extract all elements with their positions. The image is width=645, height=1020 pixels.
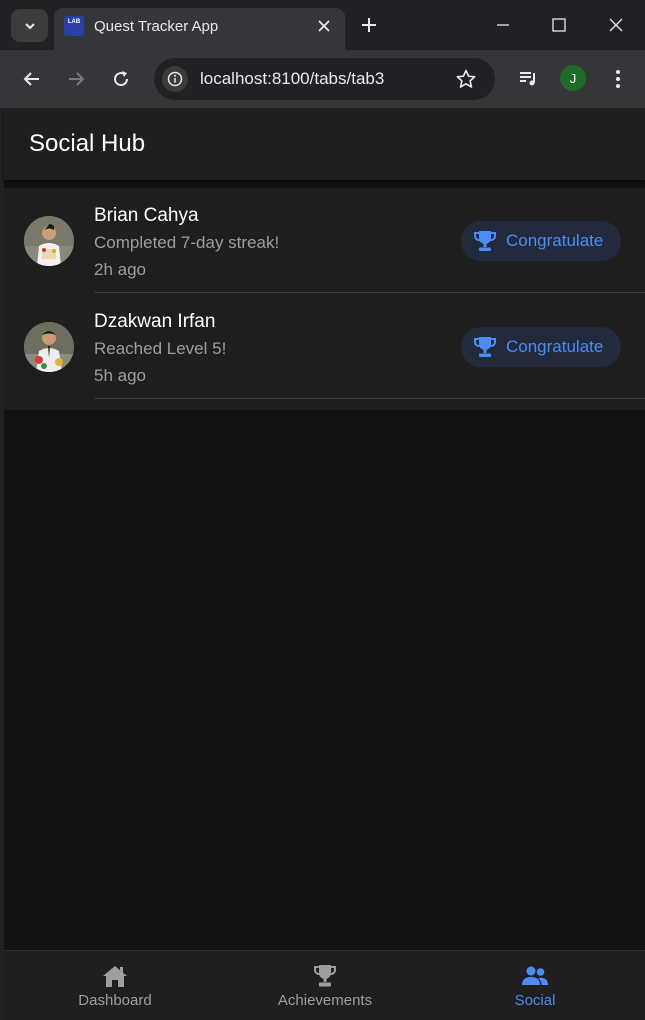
favicon-icon: LAB xyxy=(64,16,84,36)
activity-text: Completed 7-day streak! xyxy=(94,233,280,252)
social-feed-list: Brian Cahya Completed 7-day streak! 2h a… xyxy=(4,188,645,410)
minimize-icon[interactable] xyxy=(494,16,512,34)
kebab-menu-icon[interactable] xyxy=(607,68,629,90)
congratulate-label: Congratulate xyxy=(506,337,604,356)
trophy-icon xyxy=(313,965,337,987)
tab-social[interactable]: Social xyxy=(428,951,642,1020)
user-name: Brian Cahya xyxy=(94,205,199,226)
tab-dashboard-label: Dashboard xyxy=(78,992,152,1009)
tab-title: Quest Tracker App xyxy=(94,18,219,35)
chevron-down-icon xyxy=(24,22,35,29)
activity-text: Reached Level 5! xyxy=(94,339,227,358)
tab-achievements[interactable]: Achievements xyxy=(218,951,432,1020)
avatar xyxy=(24,216,74,266)
bookmark-star-icon[interactable] xyxy=(455,68,477,90)
tab-search-button[interactable] xyxy=(11,9,48,42)
new-tab-icon[interactable] xyxy=(359,15,379,35)
list-item: Dzakwan Irfan Reached Level 5! 5h ago Co… xyxy=(4,294,645,399)
avatar xyxy=(24,322,74,372)
timestamp: 2h ago xyxy=(94,260,146,279)
tab-dashboard[interactable]: Dashboard xyxy=(8,951,222,1020)
divider xyxy=(94,292,645,293)
home-icon xyxy=(103,966,127,987)
trophy-icon xyxy=(473,337,497,357)
congratulate-label: Congratulate xyxy=(506,231,604,250)
bottom-tab-bar: Dashboard Achievements Social xyxy=(4,950,645,1020)
tab-achievements-label: Achievements xyxy=(277,992,373,1009)
media-queue-icon[interactable] xyxy=(517,68,539,90)
close-window-icon[interactable] xyxy=(607,16,625,34)
people-icon xyxy=(522,966,548,985)
reload-icon[interactable] xyxy=(110,68,132,90)
divider xyxy=(94,398,645,399)
maximize-icon[interactable] xyxy=(550,16,568,34)
browser-tabstrip: LAB Quest Tracker App xyxy=(0,0,645,50)
user-name: Dzakwan Irfan xyxy=(94,311,216,332)
congratulate-button[interactable]: Congratulate xyxy=(461,327,621,367)
address-bar[interactable]: localhost:8100/tabs/tab3 xyxy=(154,58,495,100)
profile-avatar[interactable]: J xyxy=(560,65,586,91)
app-viewport: Social Hub Brian Cahya Completed 7-day s… xyxy=(4,108,645,1020)
url-text: localhost:8100/tabs/tab3 xyxy=(200,69,385,88)
page-title: Social Hub xyxy=(29,130,146,157)
forward-arrow-icon[interactable] xyxy=(65,68,87,90)
back-arrow-icon[interactable] xyxy=(21,68,43,90)
congratulate-button[interactable]: Congratulate xyxy=(461,221,621,261)
site-info-icon[interactable] xyxy=(162,66,188,92)
list-item: Brian Cahya Completed 7-day streak! 2h a… xyxy=(4,188,645,293)
browser-toolbar: localhost:8100/tabs/tab3 J xyxy=(0,50,645,108)
tab-social-label: Social xyxy=(514,992,556,1009)
timestamp: 5h ago xyxy=(94,366,146,385)
browser-tab-active[interactable]: LAB Quest Tracker App xyxy=(54,8,345,50)
trophy-icon xyxy=(473,231,497,251)
app-header: Social Hub xyxy=(4,108,645,180)
close-tab-icon[interactable] xyxy=(315,17,333,35)
